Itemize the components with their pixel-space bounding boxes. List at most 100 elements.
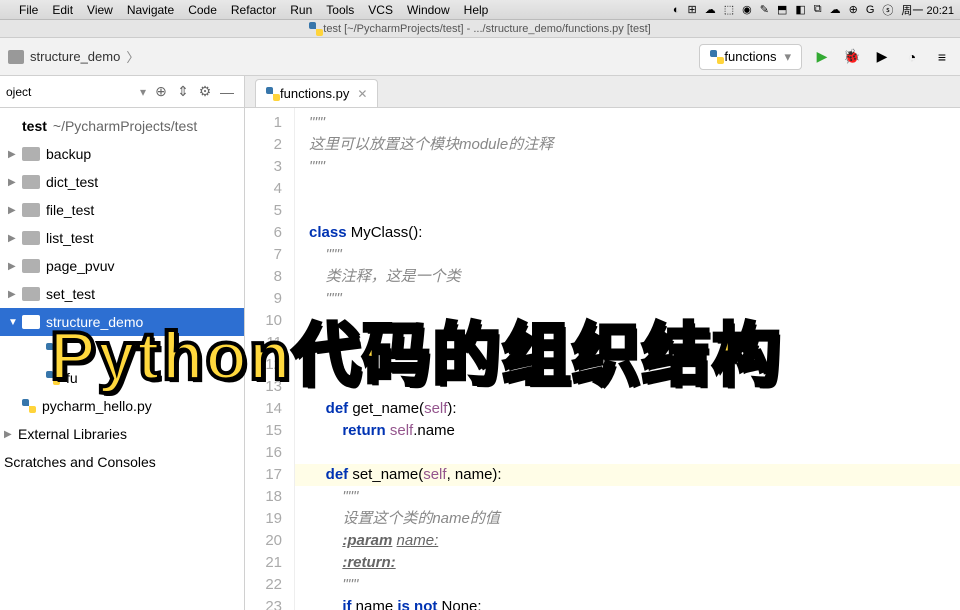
tree-item-file_test[interactable]: ▶ file_test <box>0 196 244 224</box>
line-number: 22 <box>245 574 282 596</box>
code-line[interactable]: """ <box>309 486 960 508</box>
tray-clock[interactable]: 周一 20:21 <box>899 2 956 18</box>
tray-icon[interactable]: ☁ <box>828 3 843 16</box>
code-line[interactable]: """ <box>309 574 960 596</box>
tray-icon[interactable]: ⧉ <box>812 3 824 16</box>
code-line[interactable]: def get_name(self): <box>309 398 960 420</box>
code-line[interactable] <box>309 200 960 222</box>
tree-item-label: pycharm_hello.py <box>42 398 152 414</box>
tree-root-path: ~/PycharmProjects/test <box>53 118 197 134</box>
menu-view[interactable]: View <box>80 3 120 17</box>
run-button[interactable]: ▶ <box>812 47 832 67</box>
tree-root-name: test <box>22 118 47 134</box>
dropdown-icon[interactable]: ▾ <box>140 85 146 99</box>
close-icon[interactable]: ✕ <box>357 87 367 101</box>
code-line[interactable]: """ <box>309 112 960 134</box>
menu-window[interactable]: Window <box>400 3 457 17</box>
gear-icon[interactable]: ⚙ <box>194 83 216 100</box>
python-icon <box>710 50 724 64</box>
project-tree: test ~/PycharmProjects/test ▶backup▶dict… <box>0 108 244 476</box>
code-line[interactable]: 类注释，这是一个类 <box>309 266 960 288</box>
profile-button[interactable]: ◔ <box>902 47 922 67</box>
line-number: 21 <box>245 552 282 574</box>
menu-run[interactable]: Run <box>283 3 319 17</box>
tray-icon[interactable]: ⓢ <box>880 2 895 18</box>
menu-vcs[interactable]: VCS <box>361 3 400 17</box>
line-number: 1 <box>245 112 282 134</box>
python-icon <box>22 399 36 413</box>
code-line[interactable]: """ <box>309 156 960 178</box>
line-number: 23 <box>245 596 282 610</box>
navigation-bar: structure_demo 〉 functions ▾ ▶ 🐞 ▶ ◔ ≡ <box>0 38 960 76</box>
tree-item-label: page_pvuv <box>46 258 115 274</box>
tree-item-label: dict_test <box>46 174 98 190</box>
more-button[interactable]: ≡ <box>932 47 952 67</box>
breadcrumb[interactable]: structure_demo 〉 <box>8 47 145 66</box>
code-line[interactable]: def set_name(self, name): <box>295 464 960 486</box>
tray-icon[interactable]: ⬒ <box>775 3 789 16</box>
expand-icon[interactable]: ▶ <box>8 289 22 300</box>
tray-icon[interactable]: G <box>864 4 877 16</box>
menu-help[interactable]: Help <box>457 3 496 17</box>
tree-item-label: file_test <box>46 202 94 218</box>
locate-icon[interactable]: ⊕ <box>150 83 172 100</box>
folder-icon <box>22 315 40 329</box>
sidebar-title[interactable]: oject <box>6 85 140 99</box>
menu-refactor[interactable]: Refactor <box>224 3 283 17</box>
expand-icon[interactable]: ▼ <box>8 317 22 328</box>
expand-icon[interactable]: ▶ <box>8 149 22 160</box>
tray-icon[interactable]: ⊕ <box>847 3 860 16</box>
folder-icon <box>22 147 40 161</box>
line-number: 2 <box>245 134 282 156</box>
folder-icon <box>22 287 40 301</box>
menu-code[interactable]: Code <box>181 3 224 17</box>
tree-item-label: list_test <box>46 230 93 246</box>
editor-tab[interactable]: functions.py ✕ <box>255 79 378 107</box>
tree-item-list_test[interactable]: ▶ list_test <box>0 224 244 252</box>
tray-icon[interactable]: ☁ <box>703 3 718 16</box>
tray-icon[interactable]: ◧ <box>793 3 807 16</box>
code-line[interactable]: class MyClass(): <box>309 222 960 244</box>
code-line[interactable]: if name is not None: <box>309 596 960 610</box>
tree-item-dict_test[interactable]: ▶ dict_test <box>0 168 244 196</box>
expand-icon[interactable]: ▶ <box>8 205 22 216</box>
code-line[interactable]: :param name: <box>309 530 960 552</box>
window-title: test [~/PycharmProjects/test] - .../stru… <box>323 23 650 35</box>
code-line[interactable]: :return: <box>309 552 960 574</box>
line-number: 8 <box>245 266 282 288</box>
code-line[interactable] <box>309 178 960 200</box>
code-line[interactable]: 设置这个类的name的值 <box>309 508 960 530</box>
line-number: 18 <box>245 486 282 508</box>
breadcrumb-item[interactable]: structure_demo <box>30 49 120 64</box>
code-line[interactable]: """ <box>309 244 960 266</box>
expand-icon[interactable]: ▶ <box>8 177 22 188</box>
menu-tools[interactable]: Tools <box>319 3 361 17</box>
run-config-selector[interactable]: functions ▾ <box>699 44 802 70</box>
expand-icon[interactable]: ▶ <box>8 261 22 272</box>
expand-icon[interactable]: ▶ <box>8 233 22 244</box>
menu-edit[interactable]: Edit <box>45 3 80 17</box>
tree-item-page_pvuv[interactable]: ▶ page_pvuv <box>0 252 244 280</box>
external-libraries[interactable]: ▶ External Libraries <box>0 420 244 448</box>
tree-item-backup[interactable]: ▶backup <box>0 140 244 168</box>
tray-icon[interactable]: ⬚ <box>722 3 736 16</box>
menu-navigate[interactable]: Navigate <box>120 3 181 17</box>
collapse-icon[interactable]: ⇕ <box>172 83 194 100</box>
coverage-button[interactable]: ▶ <box>872 47 892 67</box>
hide-icon[interactable]: — <box>216 84 238 100</box>
debug-button[interactable]: 🐞 <box>842 47 862 67</box>
code-line[interactable]: 这里可以放置这个模块module的注释 <box>309 134 960 156</box>
tree-root[interactable]: test ~/PycharmProjects/test <box>0 112 244 140</box>
line-number: 20 <box>245 530 282 552</box>
code-line[interactable]: return self.name <box>309 420 960 442</box>
tray-icon[interactable]: ◉ <box>740 3 754 16</box>
code-line[interactable] <box>309 442 960 464</box>
tray-icon[interactable]: ◐ <box>671 4 682 16</box>
dropdown-icon: ▾ <box>784 49 791 65</box>
expand-icon[interactable]: ▶ <box>4 429 18 440</box>
menu-file[interactable]: File <box>12 3 45 17</box>
python-icon <box>266 87 280 101</box>
tray-icon[interactable]: ✎ <box>758 3 771 16</box>
scratches-consoles[interactable]: Scratches and Consoles <box>0 448 244 476</box>
tray-icon[interactable]: ⊞ <box>686 3 699 16</box>
